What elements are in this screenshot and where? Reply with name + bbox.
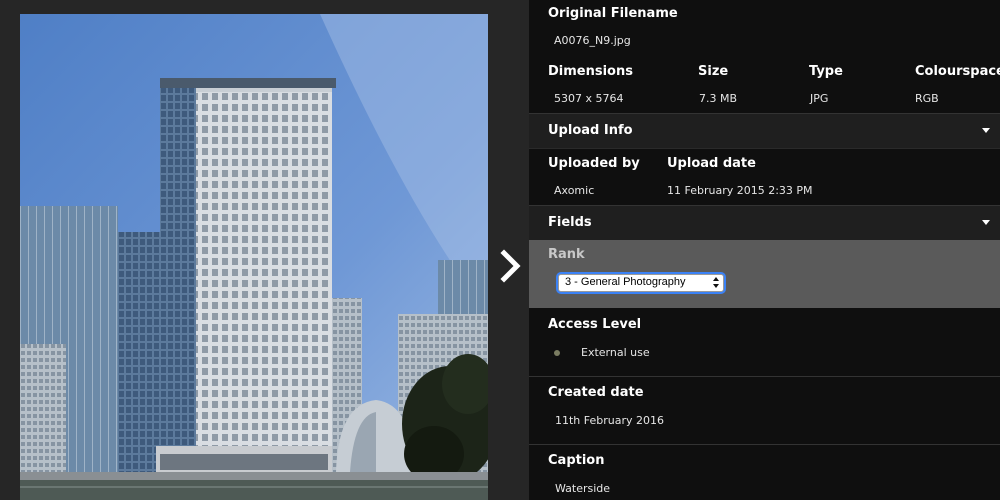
caret-down-icon [982, 220, 990, 225]
uploaded-by-label: Uploaded by [548, 156, 640, 171]
original-filename-label: Original Filename [548, 6, 678, 21]
upload-info-title: Upload Info [548, 123, 633, 138]
chevron-right-icon [500, 249, 521, 283]
fields-title: Fields [548, 215, 592, 230]
caption-label: Caption [548, 453, 605, 468]
type-value: JPG [810, 92, 829, 105]
created-date-value: 11th February 2016 [555, 414, 665, 427]
next-image-button[interactable] [496, 248, 526, 284]
asset-preview-image[interactable] [20, 14, 488, 500]
rank-field: Rank 3 - General Photography [529, 240, 1000, 308]
access-level-label: Access Level [548, 317, 642, 332]
caret-down-icon [982, 128, 990, 133]
dimensions-label: Dimensions [548, 64, 633, 79]
created-date-label: Created date [548, 385, 644, 400]
caption-value: Waterside [555, 482, 611, 495]
size-value: 7.3 MB [699, 92, 738, 105]
colourspace-value: RGB [915, 92, 939, 105]
rank-select[interactable]: 3 - General Photography [558, 274, 724, 292]
upload-info-section-header[interactable]: Upload Info [529, 113, 1000, 149]
dot-icon [554, 350, 560, 356]
colourspace-label: Colourspace [915, 64, 1000, 79]
divider [529, 444, 1000, 445]
original-filename-value: A0076_N9.jpg [554, 34, 631, 47]
fields-section-header[interactable]: Fields [529, 205, 1000, 241]
upload-date-label: Upload date [667, 156, 756, 171]
rank-label: Rank [548, 247, 585, 262]
asset-details-panel: Original Filename A0076_N9.jpg Dimension… [529, 0, 1000, 500]
type-label: Type [809, 64, 843, 79]
divider [529, 376, 1000, 377]
select-arrows-icon [713, 277, 719, 288]
rank-select-value: 3 - General Photography [565, 276, 686, 288]
uploaded-by-value: Axomic [554, 184, 595, 197]
upload-date-value: 11 February 2015 2:33 PM [667, 184, 813, 197]
size-label: Size [698, 64, 729, 79]
skyline-photo [20, 14, 488, 500]
dimensions-value: 5307 x 5764 [554, 92, 624, 105]
access-level-value: External use [581, 346, 650, 359]
